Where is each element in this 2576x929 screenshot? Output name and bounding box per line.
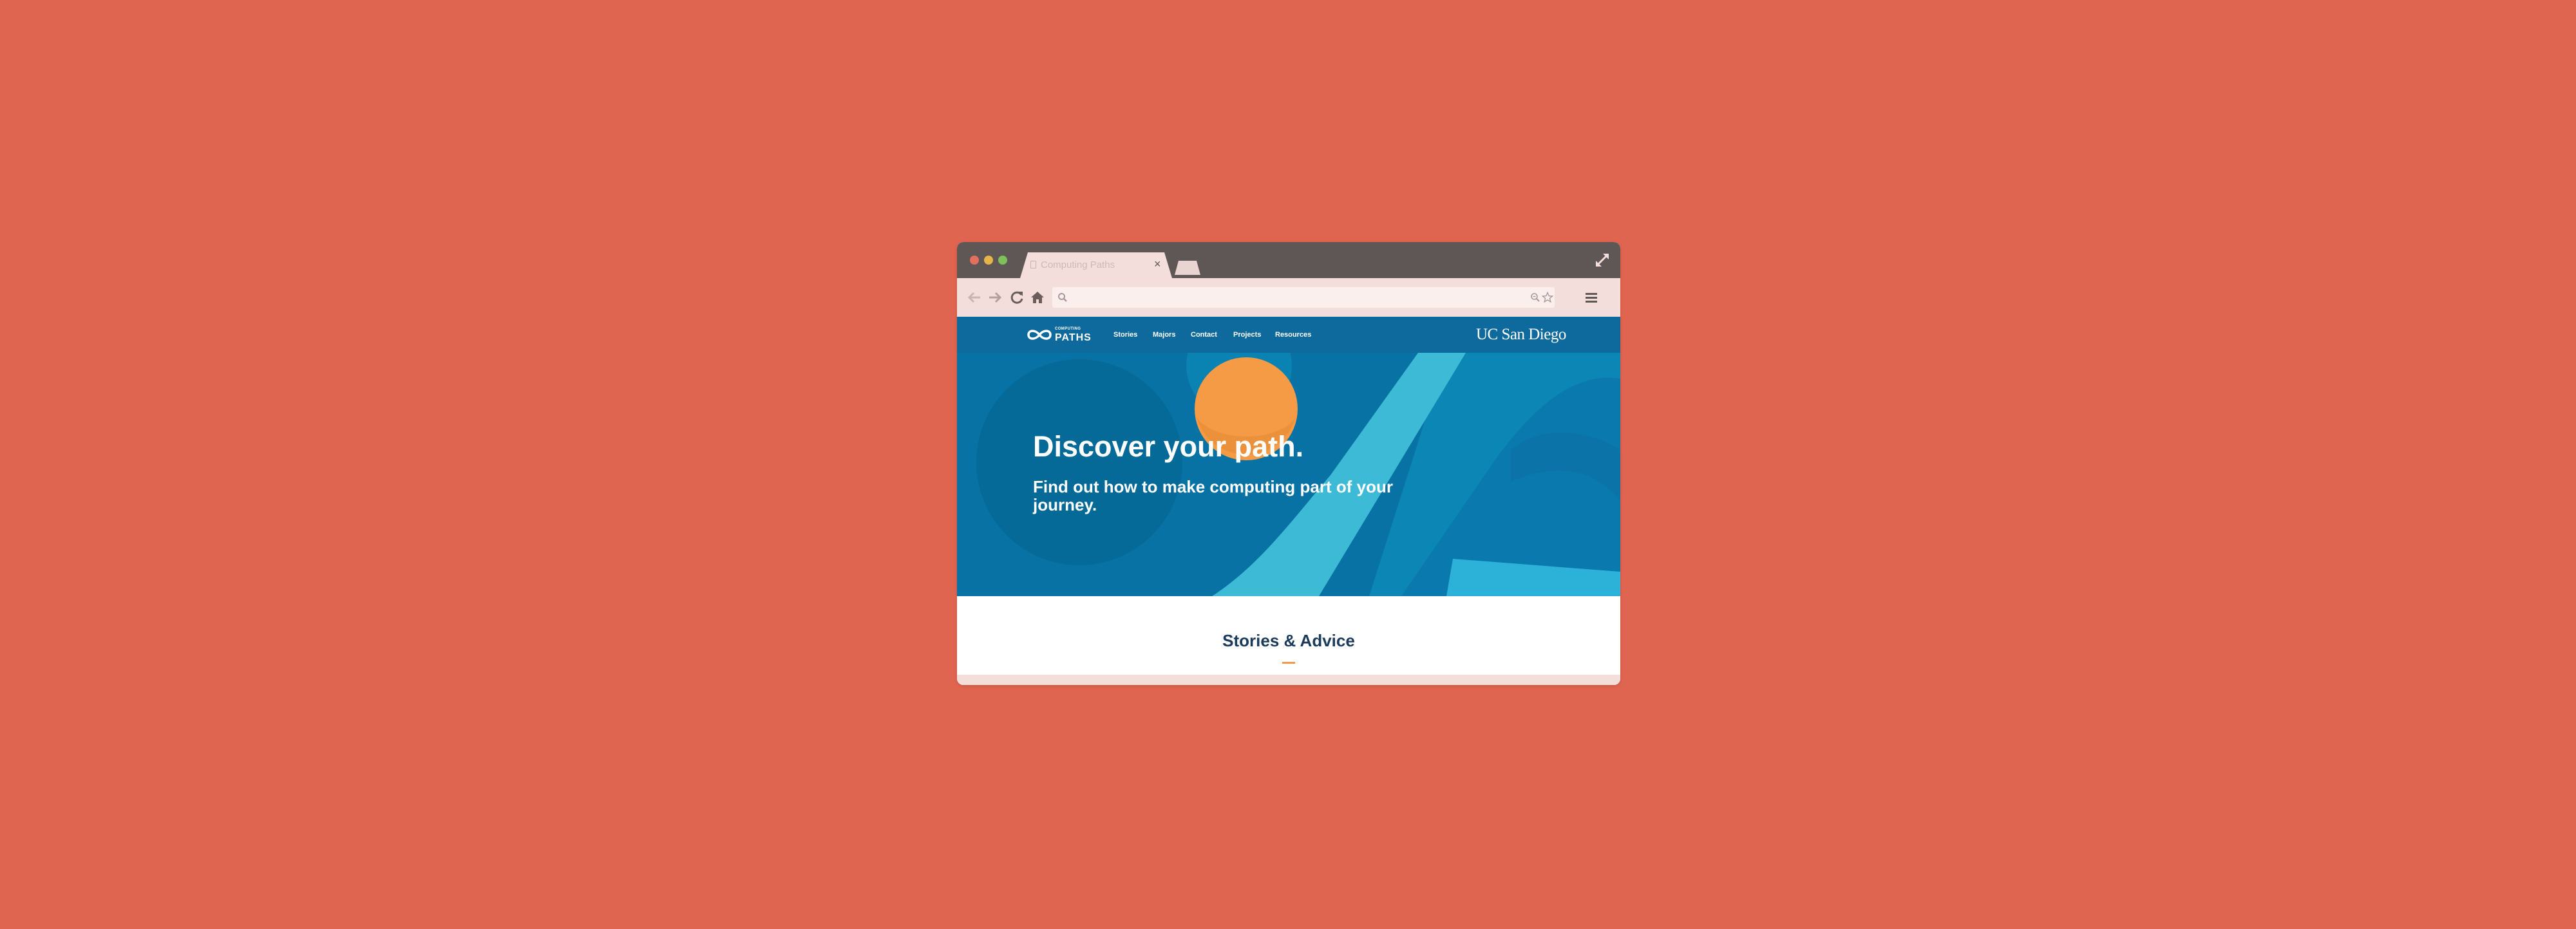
search-icon (1058, 293, 1067, 302)
bottom-strip (957, 675, 1620, 685)
home-icon[interactable] (1029, 289, 1046, 306)
fullscreen-icon[interactable] (1593, 251, 1611, 269)
nav-link-resources[interactable]: Resources (1275, 331, 1311, 339)
star-icon[interactable] (1542, 292, 1553, 303)
nav-link-contact[interactable]: Contact (1191, 331, 1217, 339)
hero-title: Discover your path. (1033, 430, 1304, 463)
hero-background-art (976, 353, 1620, 596)
address-bar[interactable] (1052, 287, 1555, 308)
browser-toolbar (957, 278, 1620, 317)
hamburger-menu-icon[interactable] (1584, 290, 1598, 305)
computing-paths-logo[interactable]: COMPUTING PATHS (1027, 325, 1097, 344)
tab-title: Computing Paths (1041, 259, 1115, 270)
webpage: COMPUTING PATHS Stories Majors Contact P… (957, 317, 1620, 685)
forward-arrow-icon[interactable] (987, 289, 1003, 306)
hero-banner: Discover your path. Find out how to make… (957, 353, 1620, 596)
section-title: Stories & Advice (1222, 631, 1355, 650)
zoom-icon[interactable] (1530, 292, 1540, 303)
back-arrow-icon[interactable] (966, 289, 983, 306)
browser-titlebar: Computing Paths × (957, 242, 1620, 278)
reload-icon[interactable] (1009, 289, 1025, 306)
document-icon (1030, 261, 1036, 268)
nav-link-stories[interactable]: Stories (1113, 331, 1137, 339)
hero-subtitle: Find out how to make computing part of y… (1033, 477, 1393, 514)
tab-close-icon[interactable]: × (1154, 258, 1161, 270)
nav-link-majors[interactable]: Majors (1153, 331, 1175, 339)
minimize-window-button[interactable] (984, 256, 993, 265)
infinity-logo-icon (1027, 330, 1052, 340)
new-tab-button[interactable] (1175, 261, 1200, 275)
browser-window: Computing Paths × COMPUTING PATHS Storie… (957, 242, 1620, 685)
maximize-window-button[interactable] (998, 256, 1007, 265)
logo-big-text: PATHS (1055, 332, 1092, 343)
browser-tab-active[interactable]: Computing Paths × (1020, 252, 1172, 278)
uc-san-diego-logo[interactable]: UC San Diego (1476, 326, 1566, 344)
section-underline (1282, 662, 1295, 664)
nav-link-projects[interactable]: Projects (1233, 331, 1261, 339)
close-window-button[interactable] (970, 256, 979, 265)
site-navigation: COMPUTING PATHS Stories Majors Contact P… (957, 317, 1620, 353)
logo-small-text: COMPUTING (1055, 327, 1081, 331)
